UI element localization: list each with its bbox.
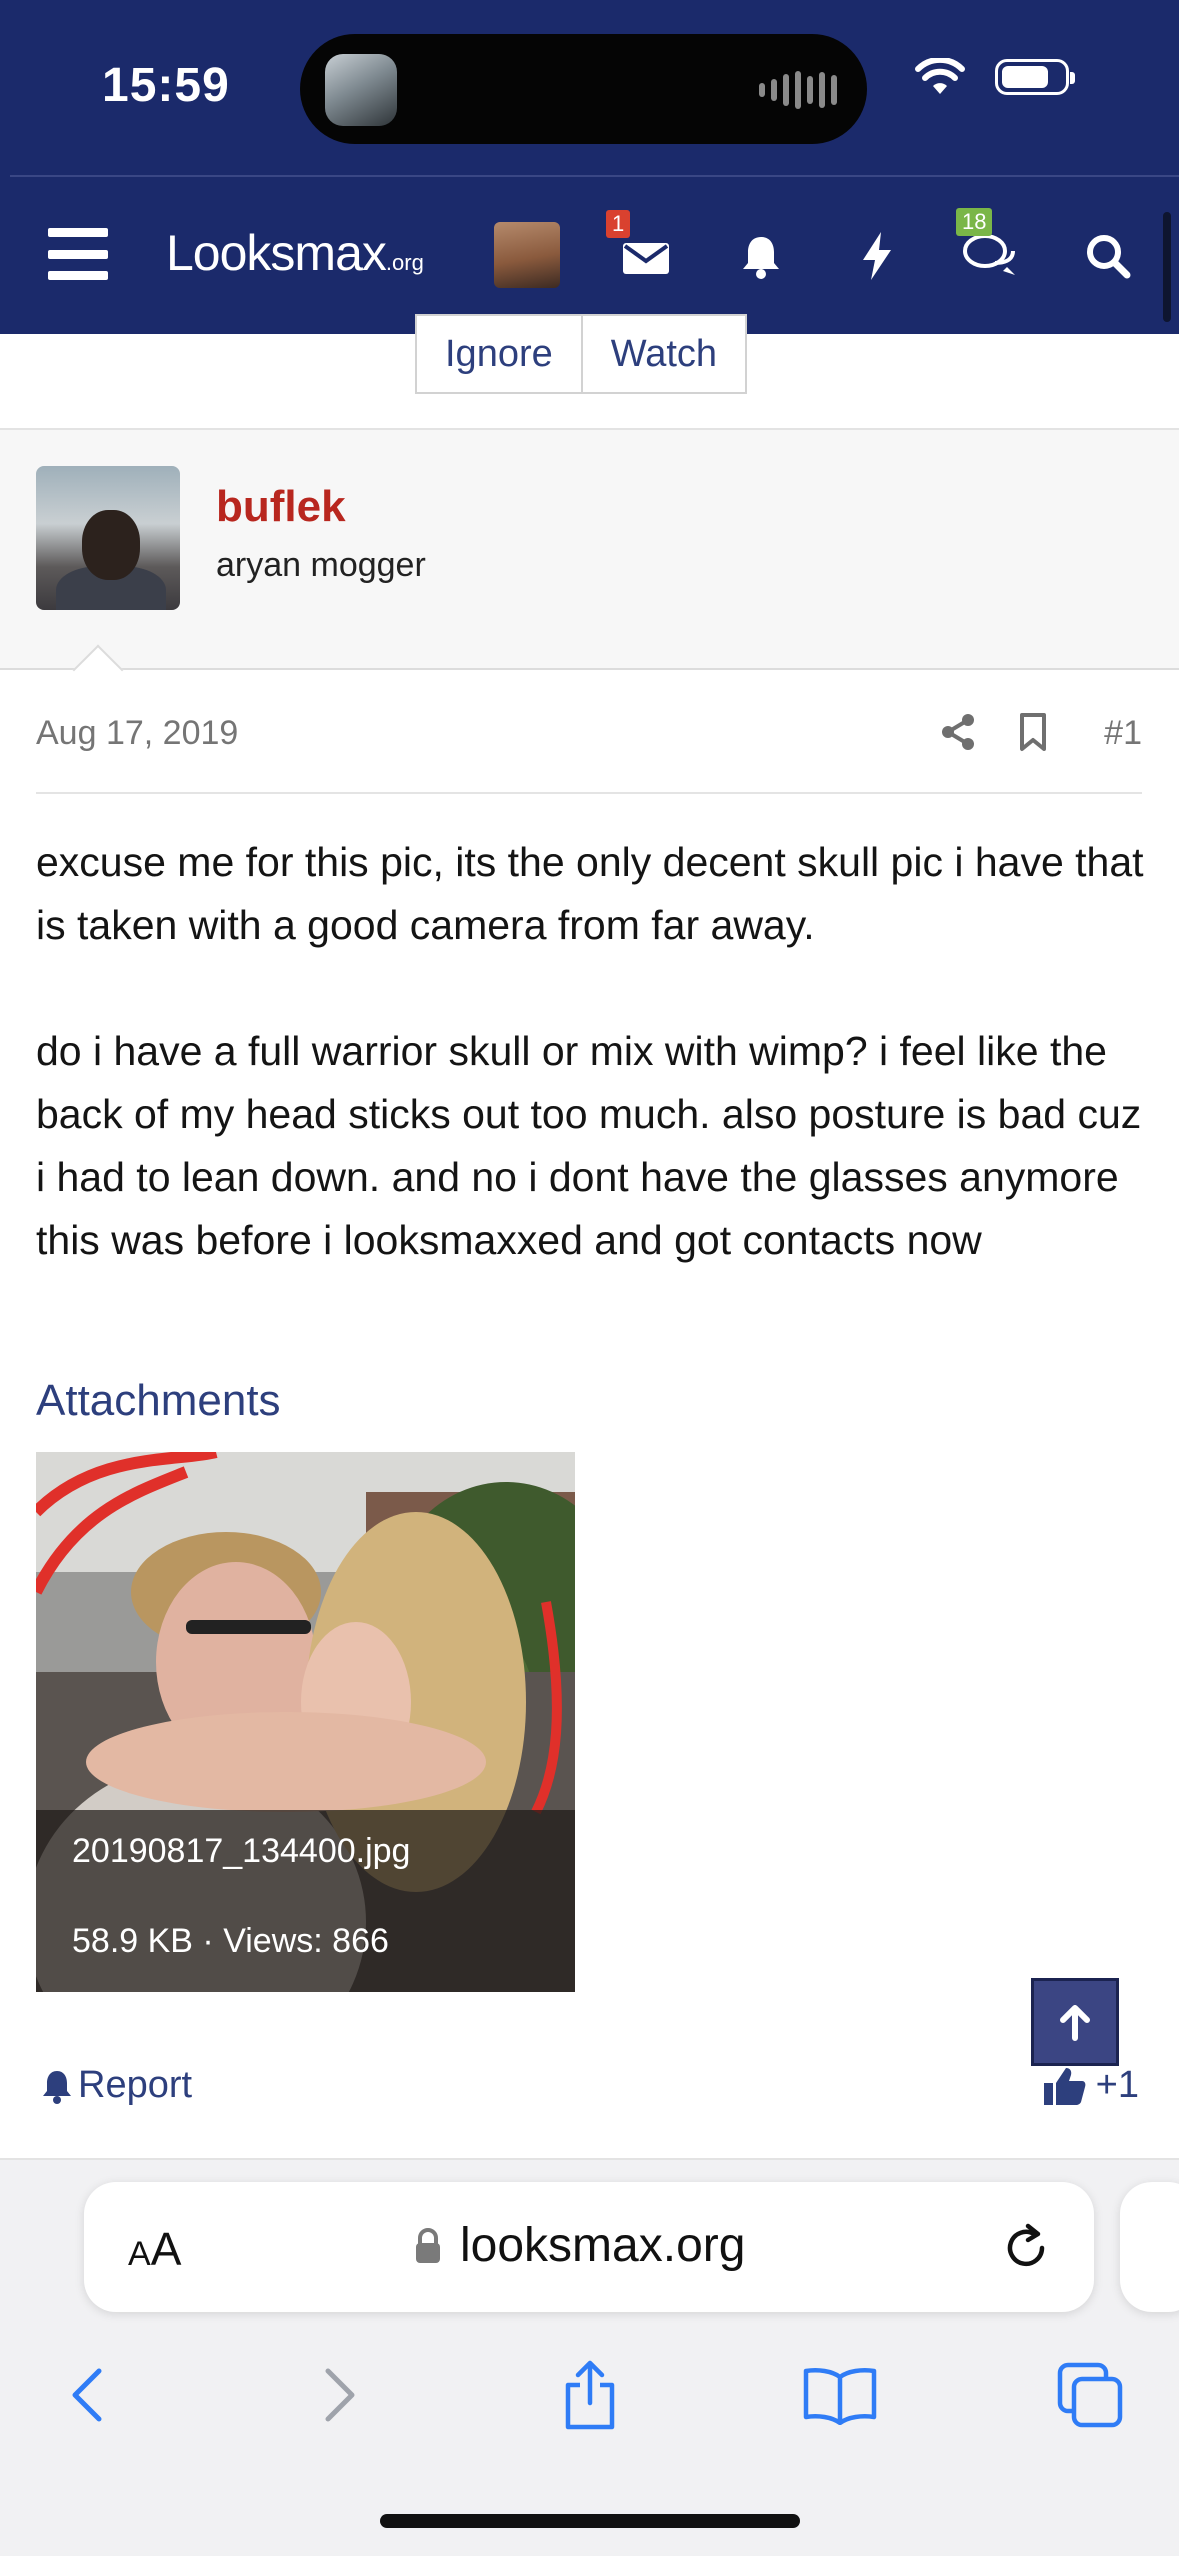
post-username[interactable]: buflek xyxy=(216,482,346,532)
status-bar: 15:59 xyxy=(0,0,1179,177)
share-icon[interactable] xyxy=(938,712,978,752)
envelope-icon xyxy=(623,243,669,274)
thumbs-up-icon xyxy=(1043,2067,1086,2105)
post-paragraph: excuse me for this pic, its the only dec… xyxy=(36,839,1144,948)
attachment-thumbnail[interactable]: 20190817_134400.jpg 58.9 KB · Views: 866 xyxy=(36,1452,575,1992)
logo-suffix: .org xyxy=(385,250,424,275)
site-navbar: Looksmax.org 1 18 xyxy=(0,180,1179,330)
reaction-count: +1 xyxy=(1095,2064,1139,2106)
divider xyxy=(10,175,1179,177)
alerts-count-badge: 18 xyxy=(956,208,993,237)
tabs-button[interactable] xyxy=(1045,2350,1135,2440)
ignore-button[interactable]: Ignore xyxy=(415,314,583,394)
bell-icon xyxy=(43,2070,71,2104)
reader-options-button[interactable]: AA xyxy=(128,2222,181,2276)
browser-toolbar: AA looksmax.org xyxy=(0,2160,1179,2556)
next-tab-preview[interactable] xyxy=(1120,2182,1179,2312)
user-title: aryan mogger xyxy=(216,546,426,584)
now-playing-artwork xyxy=(325,54,397,126)
back-button[interactable] xyxy=(42,2350,132,2440)
bookmarks-button[interactable] xyxy=(795,2350,885,2440)
menu-icon[interactable] xyxy=(48,228,108,280)
share-button[interactable] xyxy=(545,2350,635,2440)
share-icon xyxy=(565,2360,615,2430)
avatar[interactable] xyxy=(36,466,180,610)
arrow-up-icon xyxy=(1060,2005,1090,2041)
scrollbar[interactable] xyxy=(1163,212,1171,322)
inbox-count-badge: 1 xyxy=(606,210,631,239)
url-text: looksmax.org xyxy=(460,2219,746,2272)
browser-nav-buttons xyxy=(0,2350,1179,2460)
logo-text: Looksmax xyxy=(166,225,387,281)
post-body: excuse me for this pic, its the only dec… xyxy=(36,831,1146,1272)
bookmark-icon[interactable] xyxy=(1013,712,1053,752)
tabs-icon xyxy=(1057,2362,1123,2428)
whats-new-button[interactable] xyxy=(847,226,907,286)
inbox-button[interactable]: 1 xyxy=(606,210,676,286)
site-logo[interactable]: Looksmax.org xyxy=(166,224,424,282)
post-paragraph: do i have a full warrior skull or mix wi… xyxy=(36,1028,1142,1263)
wifi-icon xyxy=(915,58,965,94)
account-avatar[interactable] xyxy=(494,222,560,288)
post-date[interactable]: Aug 17, 2019 xyxy=(36,714,238,753)
search-button[interactable] xyxy=(1078,226,1138,286)
url-display[interactable]: looksmax.org xyxy=(414,2218,745,2273)
forward-button[interactable] xyxy=(295,2350,385,2440)
search-icon xyxy=(1087,235,1131,279)
conversations-button[interactable]: 18 xyxy=(956,208,1020,286)
report-link[interactable]: Report xyxy=(40,2064,192,2107)
like-button[interactable]: +1 xyxy=(1042,2064,1139,2107)
status-time: 15:59 xyxy=(102,59,230,112)
bell-icon xyxy=(743,237,779,279)
divider xyxy=(36,792,1142,794)
chat-bubbles-icon xyxy=(963,234,1015,275)
attachment-meta: 58.9 KB · Views: 866 xyxy=(72,1922,389,1960)
chevron-left-icon xyxy=(72,2368,102,2422)
attachments-heading: Attachments xyxy=(36,1376,281,1425)
bolt-icon xyxy=(863,232,891,280)
lock-icon xyxy=(416,2227,440,2263)
post-number[interactable]: #1 xyxy=(1104,714,1142,753)
attachment-caption: 20190817_134400.jpg 58.9 KB · Views: 866 xyxy=(36,1810,575,1992)
open-book-icon xyxy=(803,2368,877,2425)
address-bar[interactable]: AA looksmax.org xyxy=(84,2182,1094,2312)
battery-icon xyxy=(995,59,1075,95)
report-label: Report xyxy=(78,2064,193,2106)
alerts-button[interactable] xyxy=(731,226,791,286)
home-indicator[interactable] xyxy=(380,2514,800,2528)
audio-wave-icon xyxy=(759,70,837,110)
post-user-block: buflek aryan mogger xyxy=(0,430,1179,696)
top-header: 15:59 Looksmax.org 1 18 xyxy=(0,0,1179,334)
thread-controls: Ignore Watch xyxy=(415,314,748,394)
reload-icon[interactable] xyxy=(998,2220,1054,2276)
user-arrow xyxy=(72,644,124,696)
scroll-to-top-button[interactable] xyxy=(1031,1978,1119,2066)
attachment-filename: 20190817_134400.jpg xyxy=(72,1832,411,1870)
watch-button[interactable]: Watch xyxy=(582,314,748,394)
status-icons xyxy=(915,58,1075,96)
chevron-right-icon xyxy=(325,2368,355,2422)
dynamic-island[interactable] xyxy=(300,34,867,144)
post-meta: Aug 17, 2019 #1 xyxy=(36,702,1142,762)
